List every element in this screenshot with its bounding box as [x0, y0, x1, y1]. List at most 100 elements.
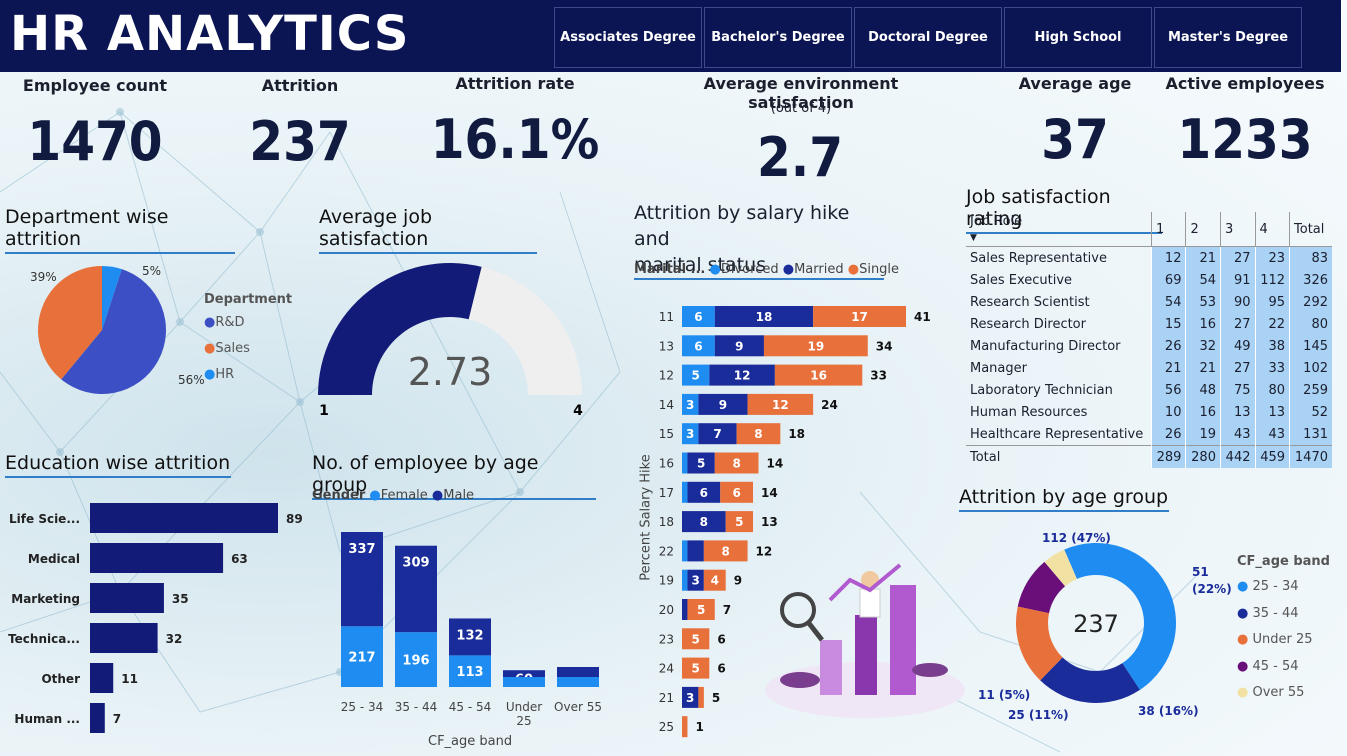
edu-category-label: Human ...: [14, 712, 80, 726]
legend-item-rd[interactable]: ●R&D: [204, 310, 250, 336]
age-legend-item[interactable]: ● 35 - 44: [1237, 601, 1313, 628]
age-category-label: 25 - 34: [341, 700, 384, 714]
table-cell-value: 54: [1150, 291, 1186, 313]
salary-category-label: 20: [659, 603, 674, 617]
table-row[interactable]: Sales Executive 69 54 91 112 326: [966, 269, 1332, 291]
age-legend-item[interactable]: ● 45 - 54: [1237, 654, 1313, 681]
table-total-row[interactable]: Total 289 280 442 459 1470: [966, 445, 1332, 468]
col-header-2[interactable]: 2: [1185, 212, 1221, 247]
table-row[interactable]: Research Director 15 16 27 22 80: [966, 313, 1332, 335]
edu-category-label: Technica...: [8, 632, 80, 646]
salary-segment-label: 12: [734, 369, 751, 383]
department-attrition-title: Department wise attrition: [5, 206, 235, 254]
donut-label-45-54: 25 (11%): [1008, 708, 1069, 722]
salary-segment-label: 5: [691, 632, 699, 646]
age-category-label: 35 - 44: [395, 700, 438, 714]
table-cell-role: Manufacturing Director: [970, 338, 1121, 354]
edu-value-label: 32: [166, 632, 183, 646]
edu-bar: [90, 583, 164, 613]
salary-total-label: 7: [723, 603, 731, 617]
salary-total-label: 14: [766, 457, 783, 471]
table-cell-value: 38: [1254, 335, 1290, 357]
table-cell-value: 91: [1219, 269, 1255, 291]
salary-segment-label: 5: [691, 662, 699, 676]
table-row[interactable]: Manager 21 21 27 33 102: [966, 357, 1332, 379]
age-legend-item[interactable]: ● Under 25: [1237, 627, 1313, 654]
table-cell-value: 95: [1254, 291, 1290, 313]
table-cell-value: 32: [1185, 335, 1221, 357]
salary-bar-married: [682, 599, 688, 620]
edu-value-label: 89: [286, 512, 303, 526]
salary-segment-label: 17: [851, 310, 868, 324]
table-cell-value: 112: [1254, 269, 1290, 291]
legend-item-sales[interactable]: ●Sales: [204, 336, 250, 362]
kpi-average-age-label: Average age: [1018, 74, 1132, 93]
table-row[interactable]: Manufacturing Director 26 32 49 38 145: [966, 335, 1332, 357]
col-header-1[interactable]: 1: [1150, 212, 1186, 247]
salary-bar-single: [698, 686, 704, 708]
salary-total-label: 6: [717, 632, 725, 646]
legend-divorced: Divorced: [720, 262, 779, 277]
job-satisfaction-gauge[interactable]: 1 4 2.73: [310, 255, 600, 425]
slicer-masters-degree[interactable]: Master's Degree: [1154, 7, 1302, 68]
salary-total-label: 5: [712, 691, 720, 705]
table-cell-value: 54: [1185, 269, 1221, 291]
salary-segment-label: 3: [686, 398, 694, 412]
age-male-label: 337: [348, 542, 375, 557]
legend-male: Male: [443, 488, 475, 503]
col-header-3[interactable]: 3: [1219, 212, 1255, 247]
attrition-age-donut-chart[interactable]: 237 112 (47%) 51 (22%) 38 (16%) 25 (11%) 11 (5…: [960, 520, 1240, 750]
col-header-job-role[interactable]: Job Role ▼: [966, 212, 1152, 247]
education-bar-chart[interactable]: Life Scie... 89 Medical 63 Marketing 35 Techni…: [0, 495, 320, 745]
slicer-doctoral-degree[interactable]: Doctoral Degree: [854, 7, 1002, 68]
table-cell-value: 27: [1219, 246, 1255, 269]
table-cell-value: 259: [1289, 379, 1332, 401]
table-cell-role: Sales Executive: [970, 272, 1073, 288]
salary-segment-label: 4: [711, 574, 719, 588]
edu-bar: [90, 703, 105, 733]
edu-bar: [90, 663, 114, 693]
donut-label-35-44-count: 51: [1192, 565, 1209, 579]
table-row[interactable]: Laboratory Technician 56 48 75 80 259: [966, 379, 1332, 401]
table-cell-value: 27: [1219, 313, 1255, 335]
slicer-bachelors-degree[interactable]: Bachelor's Degree: [704, 7, 852, 68]
col-header-total[interactable]: Total: [1289, 212, 1332, 247]
salary-category-label: 12: [659, 369, 674, 383]
slicer-high-school[interactable]: High School: [1004, 7, 1152, 68]
table-row[interactable]: Human Resources 10 16 13 13 52: [966, 401, 1332, 423]
table-cell-value: 80: [1289, 313, 1332, 335]
donut-center-value: 237: [1073, 610, 1119, 638]
salary-segment-label: 9: [735, 339, 743, 353]
col-header-4[interactable]: 4: [1254, 212, 1290, 247]
table-cell-value: 26: [1150, 423, 1186, 446]
attrition-age-title: Attrition by age group: [959, 486, 1169, 512]
table-cell-value: 83: [1289, 246, 1332, 269]
table-cell-value: 459: [1254, 445, 1290, 468]
gauge-max: 4: [573, 403, 583, 419]
age-legend-item[interactable]: ● Over 55: [1237, 680, 1313, 707]
kpi-average-age-value: 37: [1041, 108, 1109, 171]
legend-item-hr[interactable]: ●HR: [204, 362, 250, 388]
age-group-stacked-chart[interactable]: 21733725 - 3419630935 - 4411313245 - 546…: [330, 520, 620, 740]
salary-segment-label: 8: [732, 457, 740, 471]
salary-segment-label: 3: [686, 427, 694, 441]
edu-value-label: 35: [172, 592, 189, 606]
age-legend-item[interactable]: ● 25 - 34: [1237, 574, 1313, 601]
department-pie-chart[interactable]: 56% 39% 5%: [0, 255, 300, 405]
pie-label-hr: 5%: [142, 264, 161, 278]
table-cell-value: 56: [1150, 379, 1186, 401]
gender-legend: Gender ●Female ●Male: [312, 488, 475, 503]
edu-category-label: Medical: [28, 552, 80, 566]
salary-bar-divorced: [682, 481, 688, 503]
table-cell-value: 49: [1219, 335, 1255, 357]
age-female-label: 113: [456, 665, 483, 680]
table-row[interactable]: Sales Representative 12 21 27 23 83: [966, 246, 1332, 269]
table-row[interactable]: Research Scientist 54 53 90 95 292: [966, 291, 1332, 313]
table-row[interactable]: Healthcare Representative 26 19 43 43 131: [966, 423, 1332, 446]
table-cell-role: Research Scientist: [970, 294, 1090, 310]
salary-segment-label: 6: [700, 486, 708, 500]
slicer-associates-degree[interactable]: Associates Degree: [554, 7, 702, 68]
salary-segment-label: 18: [756, 310, 773, 324]
salary-bar-divorced: [682, 540, 688, 562]
salary-category-label: 23: [659, 632, 674, 646]
